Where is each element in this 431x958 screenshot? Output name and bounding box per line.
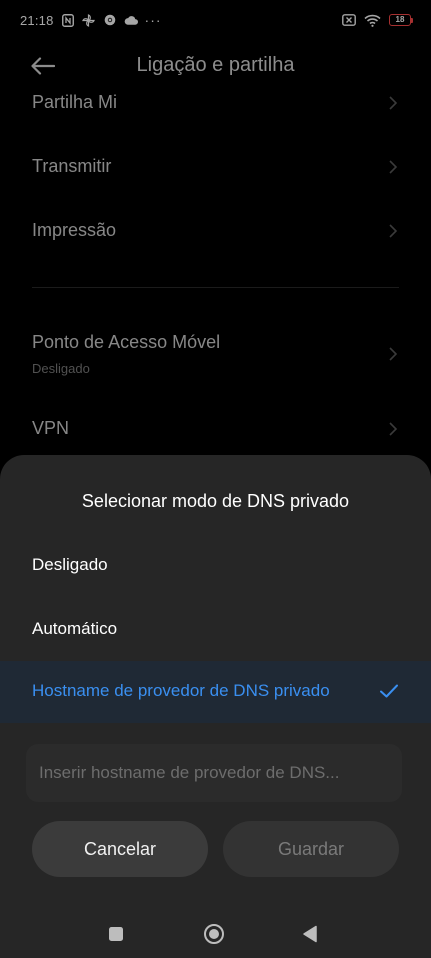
save-button[interactable]: Guardar bbox=[223, 821, 399, 877]
check-icon bbox=[380, 684, 398, 698]
option-automatic[interactable]: Automático bbox=[0, 599, 431, 661]
hostname-input[interactable] bbox=[26, 744, 402, 802]
sheet-title: Selecionar modo de DNS privado bbox=[81, 491, 350, 511]
option-label: Desligado bbox=[32, 555, 108, 574]
option-off[interactable]: Desligado bbox=[0, 535, 431, 597]
home-button[interactable] bbox=[202, 922, 226, 946]
navigation-bar bbox=[0, 910, 431, 958]
cancel-button[interactable]: Cancelar bbox=[32, 821, 208, 877]
option-label: Hostname de provedor de DNS privado bbox=[32, 681, 330, 700]
option-label: Automático bbox=[32, 619, 118, 638]
recents-button[interactable] bbox=[104, 922, 128, 946]
triangle-back-icon bbox=[303, 925, 317, 943]
option-hostname[interactable]: Hostname de provedor de DNS privado bbox=[0, 661, 431, 723]
dns-mode-sheet: Selecionar modo de DNS privado Desligado… bbox=[0, 455, 431, 958]
square-recents-icon bbox=[109, 927, 123, 941]
back-nav-button[interactable] bbox=[298, 922, 322, 946]
circle-home-icon bbox=[204, 924, 224, 944]
